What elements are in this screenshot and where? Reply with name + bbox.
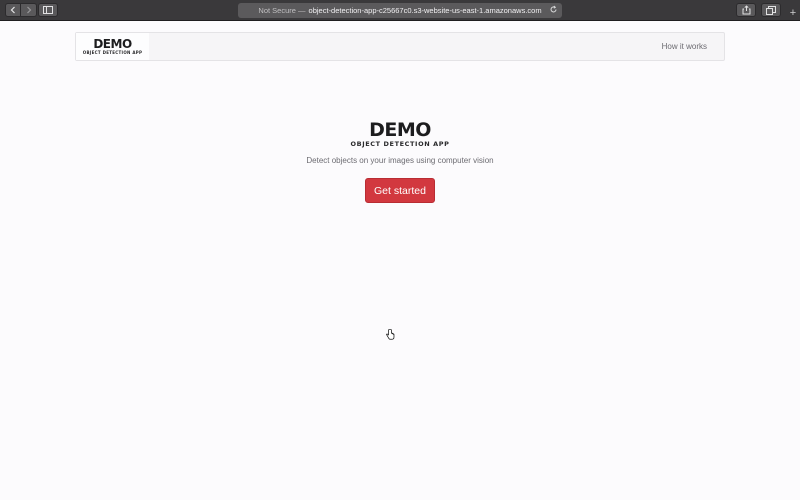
navbar-logo[interactable]: DEMO OBJECT DETECTION APP — [76, 33, 149, 60]
hero-logo: DEMO OBJECT DETECTION APP — [340, 121, 460, 148]
share-button[interactable] — [736, 3, 756, 17]
history-nav — [5, 3, 37, 17]
forward-icon — [26, 6, 31, 14]
get-started-button[interactable]: Get started — [365, 178, 435, 203]
sidebar-icon — [43, 6, 53, 14]
new-tab-button[interactable]: + — [786, 5, 800, 21]
sidebar-toggle-button[interactable] — [38, 3, 58, 17]
hero-logo-title: DEMO — [369, 119, 431, 141]
address-bar[interactable]: Not Secure — object-detection-app-c25667… — [238, 3, 562, 18]
back-button[interactable] — [5, 3, 21, 17]
hero-tagline: Detect objects on your images using comp… — [306, 156, 494, 165]
reload-icon[interactable] — [549, 5, 558, 14]
browser-toolbar: Not Secure — object-detection-app-c25667… — [0, 0, 800, 21]
app-navbar: DEMO OBJECT DETECTION APP How it works — [75, 32, 725, 61]
share-icon — [742, 5, 750, 15]
show-tabs-button[interactable] — [761, 3, 781, 17]
url-text: object-detection-app-c25667c0.s3-website… — [308, 6, 542, 15]
how-it-works-link[interactable]: How it works — [662, 42, 707, 51]
hero-logo-subtitle: OBJECT DETECTION APP — [350, 140, 450, 148]
logo-title: DEMO — [93, 37, 132, 51]
pointer-hand-icon — [386, 329, 395, 340]
forward-button[interactable] — [21, 3, 37, 17]
security-label: Not Secure — — [258, 6, 306, 15]
tabs-icon — [766, 5, 776, 15]
back-icon — [10, 6, 15, 14]
logo-subtitle: OBJECT DETECTION APP — [82, 50, 143, 55]
